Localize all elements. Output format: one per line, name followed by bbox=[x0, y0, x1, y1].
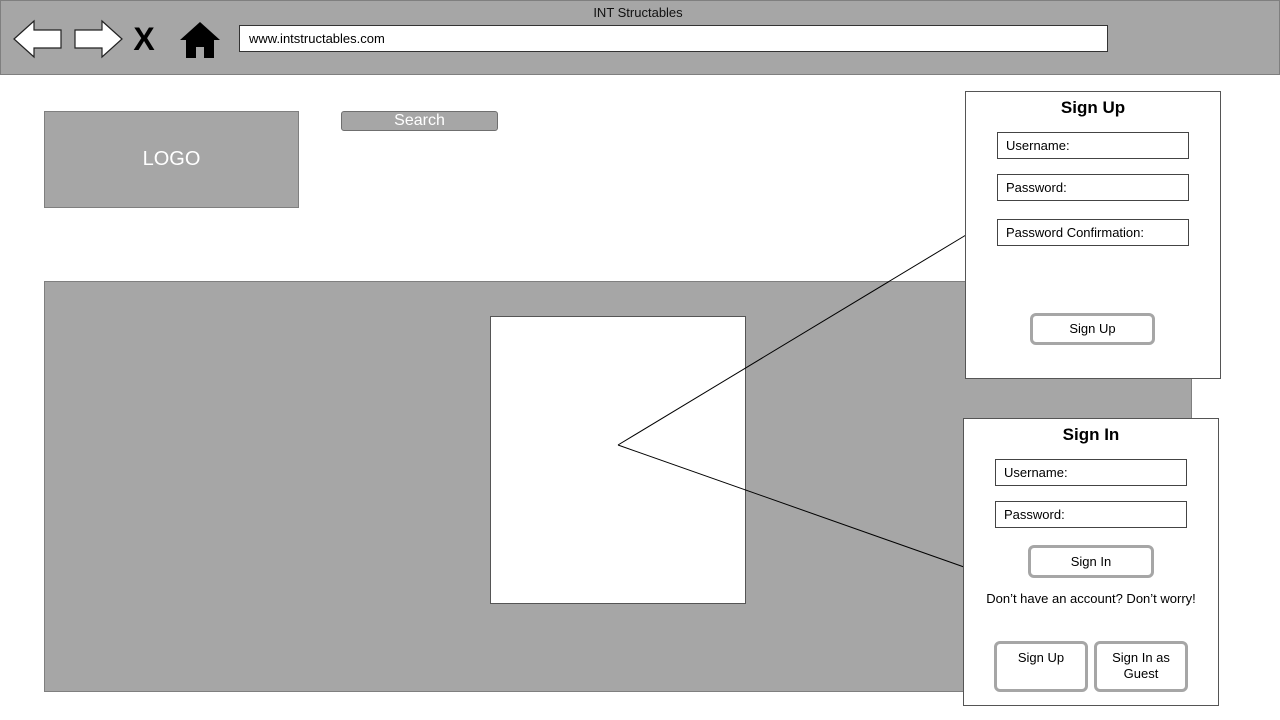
signin-title: Sign In bbox=[1062, 425, 1120, 444]
signup-password-field[interactable]: Password: bbox=[997, 174, 1189, 201]
home-icon[interactable] bbox=[179, 21, 221, 59]
signin-username-field[interactable]: Username: bbox=[995, 459, 1187, 486]
signup-title: Sign Up bbox=[1060, 98, 1126, 117]
signup-password-confirm-field[interactable]: Password Confirmation: bbox=[997, 219, 1189, 246]
site-logo[interactable]: LOGO bbox=[44, 111, 299, 208]
no-account-text: Don’t have an account? Don’t worry! bbox=[986, 591, 1196, 606]
browser-toolbar: INT Structables X www.intstructables.com bbox=[0, 0, 1280, 75]
signin-password-field[interactable]: Password: bbox=[995, 501, 1187, 528]
arrow-left-icon[interactable] bbox=[13, 19, 63, 59]
close-icon[interactable]: X bbox=[131, 20, 157, 58]
arrow-right-icon[interactable] bbox=[73, 19, 123, 59]
window-title: INT Structables bbox=[593, 5, 683, 20]
signin-submit-button[interactable]: Sign In bbox=[1028, 545, 1154, 578]
signup-panel: Sign Up Username: Password: Password Con… bbox=[965, 91, 1221, 379]
search-button[interactable]: Search bbox=[341, 111, 498, 131]
signin-signup-button[interactable]: Sign Up bbox=[994, 641, 1088, 692]
signup-submit-button[interactable]: Sign Up bbox=[1030, 313, 1155, 345]
hero-image-placeholder bbox=[490, 316, 746, 604]
signup-username-field[interactable]: Username: bbox=[997, 132, 1189, 159]
signin-panel: Sign In Username: Password: Sign In Don’… bbox=[963, 418, 1219, 706]
guest-signin-button[interactable]: Sign In as Guest bbox=[1094, 641, 1188, 692]
address-bar[interactable]: www.intstructables.com bbox=[239, 25, 1108, 52]
